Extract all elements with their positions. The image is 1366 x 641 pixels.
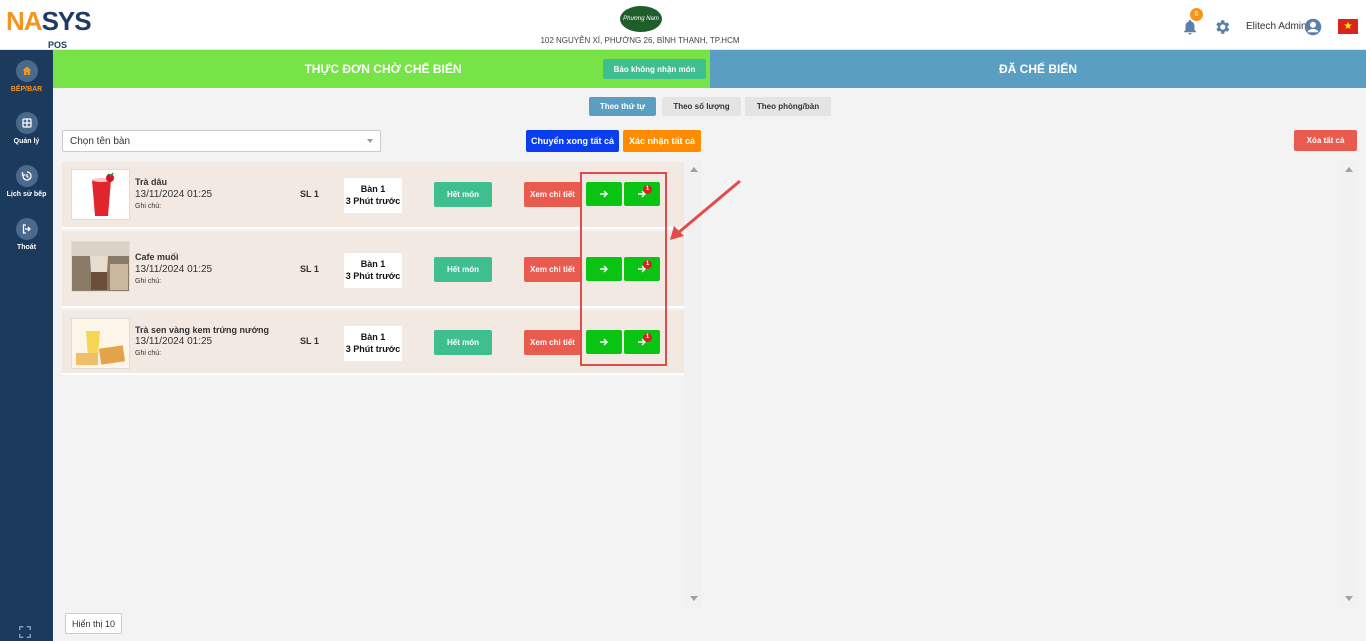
- vietnam-flag-icon[interactable]: ★: [1338, 19, 1358, 34]
- grid-icon: [15, 112, 38, 134]
- move-all-done-button[interactable]: Chuyển xong tất cả: [526, 130, 619, 152]
- store-logo: Phương Nam: [620, 6, 662, 32]
- done-list-scrollbar[interactable]: [1340, 160, 1357, 608]
- order-time: 13/11/2024 01:25: [135, 336, 213, 347]
- sidebar-item-manage[interactable]: Quản lý: [0, 112, 53, 145]
- sort-by-order-button[interactable]: Theo thứ tự: [589, 97, 656, 116]
- sidebar-item-history[interactable]: Lịch sử bếp: [0, 165, 53, 198]
- product-thumbnail: [71, 318, 130, 369]
- sidebar-item-kitchen[interactable]: BẾP/BAR: [0, 60, 53, 93]
- product-thumbnail: [71, 169, 130, 220]
- elapsed-time: 3 Phút trước: [345, 196, 401, 206]
- clear-all-button[interactable]: Xóa tất cả: [1294, 130, 1357, 151]
- order-quantity: SL 1: [300, 264, 319, 274]
- order-time: 13/11/2024 01:25: [135, 189, 213, 200]
- elapsed-time: 3 Phút trước: [345, 271, 401, 281]
- sidebar-item-logout[interactable]: Thoát: [0, 218, 53, 251]
- product-name: Cafe muối: [135, 252, 179, 262]
- out-of-stock-button[interactable]: Hết món: [434, 257, 492, 282]
- sidebar-item-label: BẾP/BAR: [10, 86, 43, 93]
- user-name[interactable]: Elitech Admin: [1246, 21, 1307, 32]
- annotation-arrow-icon: [670, 179, 741, 240]
- table-info-box: Bàn 1 3 Phút trước: [344, 326, 402, 361]
- order-note: Ghi chú:: [135, 278, 162, 285]
- scroll-up-icon[interactable]: [690, 167, 698, 172]
- product-thumbnail: [71, 241, 130, 292]
- table-info-box: Bàn 1 3 Phút trước: [344, 253, 402, 288]
- order-note: Ghi chú:: [135, 350, 162, 357]
- product-name: Trà sen vàng kem trứng nướng: [135, 325, 269, 335]
- table-select-value: Chọn tên bàn: [70, 136, 131, 147]
- page-size-button[interactable]: Hiển thị 10: [65, 613, 122, 634]
- sort-by-quantity-button[interactable]: Theo số lượng: [662, 97, 741, 116]
- logout-icon: [15, 218, 38, 240]
- out-of-stock-button[interactable]: Hết món: [434, 330, 492, 355]
- history-icon: [15, 165, 38, 187]
- table-info-box: Bàn 1 3 Phút trước: [344, 178, 402, 213]
- scroll-down-icon[interactable]: [1345, 596, 1353, 601]
- report-not-received-button[interactable]: Báo không nhận món: [603, 59, 706, 79]
- sidebar-item-label: Quản lý: [13, 138, 40, 145]
- flag-star-icon: ★: [1343, 21, 1353, 32]
- top-header: NASYS POS Phương Nam 102 NGUYỄN XÍ, PHƯỜ…: [0, 0, 1366, 50]
- view-detail-button[interactable]: Xem chi tiết: [524, 182, 581, 207]
- notification-badge: 6: [1190, 8, 1203, 21]
- order-quantity: SL 1: [300, 189, 319, 199]
- order-time: 13/11/2024 01:25: [135, 264, 213, 275]
- settings-gear-icon[interactable]: [1213, 18, 1231, 36]
- home-icon: [15, 60, 38, 82]
- user-avatar-icon[interactable]: [1304, 18, 1322, 36]
- sidebar-item-label: Thoát: [16, 244, 37, 251]
- elapsed-time: 3 Phút trước: [345, 344, 401, 354]
- chevron-down-icon: [367, 139, 373, 143]
- table-name: Bàn 1: [360, 332, 386, 342]
- nasys-logo: NASYS POS: [6, 6, 92, 50]
- confirm-all-button[interactable]: Xác nhận tất cả: [623, 130, 701, 152]
- highlight-annotation-box: [580, 172, 667, 366]
- out-of-stock-button[interactable]: Hết món: [434, 182, 492, 207]
- tab-done-menu[interactable]: ĐÃ CHẾ BIẾN: [710, 50, 1366, 88]
- sort-by-room-button[interactable]: Theo phòng/bàn: [745, 97, 831, 116]
- table-name: Bàn 1: [360, 259, 386, 269]
- logo-text-primary: NA: [6, 6, 43, 36]
- product-name: Trà dâu: [135, 177, 168, 187]
- scroll-down-icon[interactable]: [690, 596, 698, 601]
- view-detail-button[interactable]: Xem chi tiết: [524, 257, 581, 282]
- table-name: Bàn 1: [360, 184, 386, 194]
- store-address: 102 NGUYỄN XÍ, PHƯỜNG 26, BÌNH THẠNH, TP…: [540, 36, 740, 45]
- scroll-up-icon[interactable]: [1345, 167, 1353, 172]
- fullscreen-expand-icon[interactable]: [18, 625, 32, 639]
- table-select[interactable]: Chọn tên bàn: [62, 130, 381, 152]
- view-detail-button[interactable]: Xem chi tiết: [524, 330, 581, 355]
- order-note: Ghi chú:: [135, 203, 162, 210]
- order-quantity: SL 1: [300, 336, 319, 346]
- sidebar-item-label: Lịch sử bếp: [6, 191, 47, 198]
- tab-pending-label: THỰC ĐƠN CHỜ CHẾ BIẾN: [304, 62, 462, 76]
- sidebar: BẾP/BAR Quản lý Lịch sử bếp Thoát: [0, 50, 53, 641]
